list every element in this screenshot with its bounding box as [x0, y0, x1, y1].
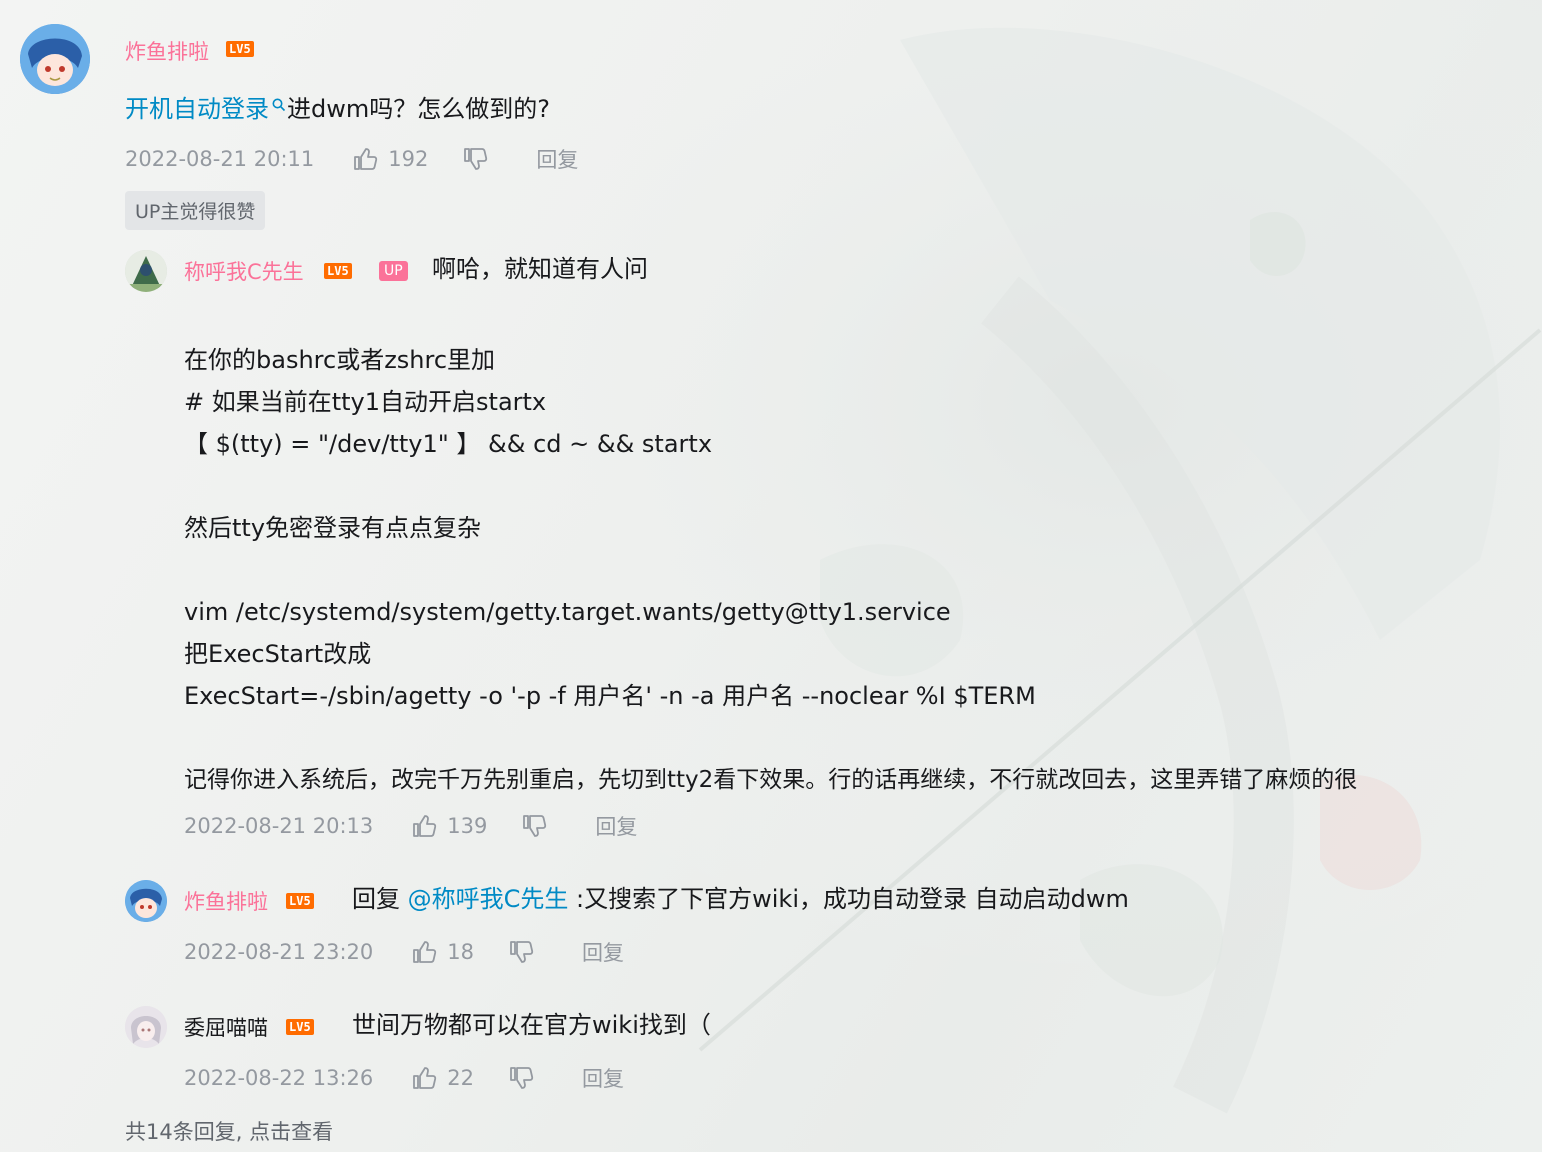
thumbs-up-icon[interactable] — [411, 939, 437, 965]
avatar-image — [125, 250, 167, 292]
thumbs-down-icon[interactable] — [521, 813, 547, 839]
reply-line: 把ExecStart改成 — [184, 640, 372, 668]
reply-time: 2022-08-22 13:26 — [184, 1066, 374, 1090]
like-count: 139 — [447, 814, 488, 838]
thumbs-down-icon[interactable] — [508, 1065, 534, 1091]
reply-meta: 2022-08-21 20:13 139 回复 — [184, 811, 637, 841]
level-badge: LV5 — [286, 1019, 314, 1035]
avatar-image — [125, 1006, 167, 1048]
reply-line: 记得你进入系统后，改完千万先别重启，先切到tty2看下效果。行的话再继续，不行就… — [184, 767, 1358, 793]
level-badge: LV5 — [286, 893, 314, 909]
reply-text: 回复 @称呼我C先生 :又搜索了下官方wiki，成功自动登录 自动启动dwm — [352, 878, 1129, 920]
comment-username[interactable]: 炸鱼排啦 — [125, 36, 209, 66]
reply-avatar[interactable] — [125, 880, 167, 922]
reply-username[interactable]: 炸鱼排啦 — [184, 886, 268, 916]
reply-line: vim /etc/systemd/system/getty.target.wan… — [184, 598, 951, 626]
comment-time: 2022-08-21 20:11 — [125, 147, 315, 171]
reply-avatar[interactable] — [125, 1006, 167, 1048]
level-badge: LV5 — [324, 263, 352, 279]
reply-button[interactable]: 回复 — [582, 1063, 624, 1093]
reply-line: 在你的bashrc或者zshrc里加 — [184, 346, 496, 374]
avatar-image — [20, 24, 90, 94]
thumbs-up-icon[interactable] — [352, 146, 378, 172]
up-liked-tag: UP主觉得很赞 — [125, 191, 266, 230]
reply-line: 【 $(tty) = "/dev/tty1" 】 && cd ~ && star… — [184, 430, 713, 458]
mention-link[interactable]: @称呼我C先生 — [408, 885, 569, 913]
reply-prefix: 回复 — [352, 885, 408, 913]
avatar-image — [125, 880, 167, 922]
reply-line: ExecStart=-/sbin/agetty -o '-p -f 用户名' -… — [184, 682, 1036, 710]
reply-meta: 2022-08-21 23:20 18 回复 — [184, 937, 624, 967]
thumbs-down-icon[interactable] — [508, 939, 534, 965]
comment-text-body: 进dwm吗？怎么做到的? — [287, 95, 550, 123]
reply-username[interactable]: 称呼我C先生 — [184, 256, 304, 286]
reply-username[interactable]: 委屈喵喵 — [184, 1012, 268, 1042]
search-icon[interactable] — [271, 97, 287, 113]
comment-text: 开机自动登录 进dwm吗？怎么做到的? — [125, 88, 550, 130]
reply-line: 啊哈，就知道有人问 — [432, 255, 648, 283]
thumbs-up-icon[interactable] — [411, 1065, 437, 1091]
search-link[interactable]: 开机自动登录 — [125, 95, 269, 123]
reply-time: 2022-08-21 23:20 — [184, 940, 374, 964]
reply-button[interactable]: 回复 — [582, 937, 624, 967]
comment-meta: 2022-08-21 20:11 192 回复 — [125, 144, 578, 174]
reply-button[interactable]: 回复 — [595, 811, 637, 841]
user-avatar[interactable] — [20, 24, 90, 94]
thumbs-down-icon[interactable] — [462, 146, 488, 172]
reply-avatar[interactable] — [125, 250, 167, 292]
thumbs-up-icon[interactable] — [411, 813, 437, 839]
up-badge: UP — [379, 261, 408, 281]
level-badge: LV5 — [226, 41, 254, 57]
reply-time: 2022-08-21 20:13 — [184, 814, 374, 838]
reply-meta: 2022-08-22 13:26 22 回复 — [184, 1063, 624, 1093]
like-count: 22 — [447, 1066, 474, 1090]
reply-text-body: :又搜索了下官方wiki，成功自动登录 自动启动dwm — [568, 885, 1129, 913]
reply-line: 然后tty免密登录有点点复杂 — [184, 514, 482, 542]
reply-button[interactable]: 回复 — [536, 144, 578, 174]
like-count: 192 — [388, 147, 429, 171]
like-count: 18 — [447, 940, 474, 964]
reply-line: # 如果当前在tty1自动开启startx — [184, 388, 547, 416]
comment-thread: 炸鱼排啦 LV5 开机自动登录 进dwm吗？怎么做到的? 2022-08-21 2… — [0, 0, 1542, 1152]
reply-text: 世间万物都可以在官方wiki找到（ — [352, 1011, 711, 1039]
view-more-replies-link[interactable]: 共14条回复, 点击查看 — [125, 1116, 333, 1146]
